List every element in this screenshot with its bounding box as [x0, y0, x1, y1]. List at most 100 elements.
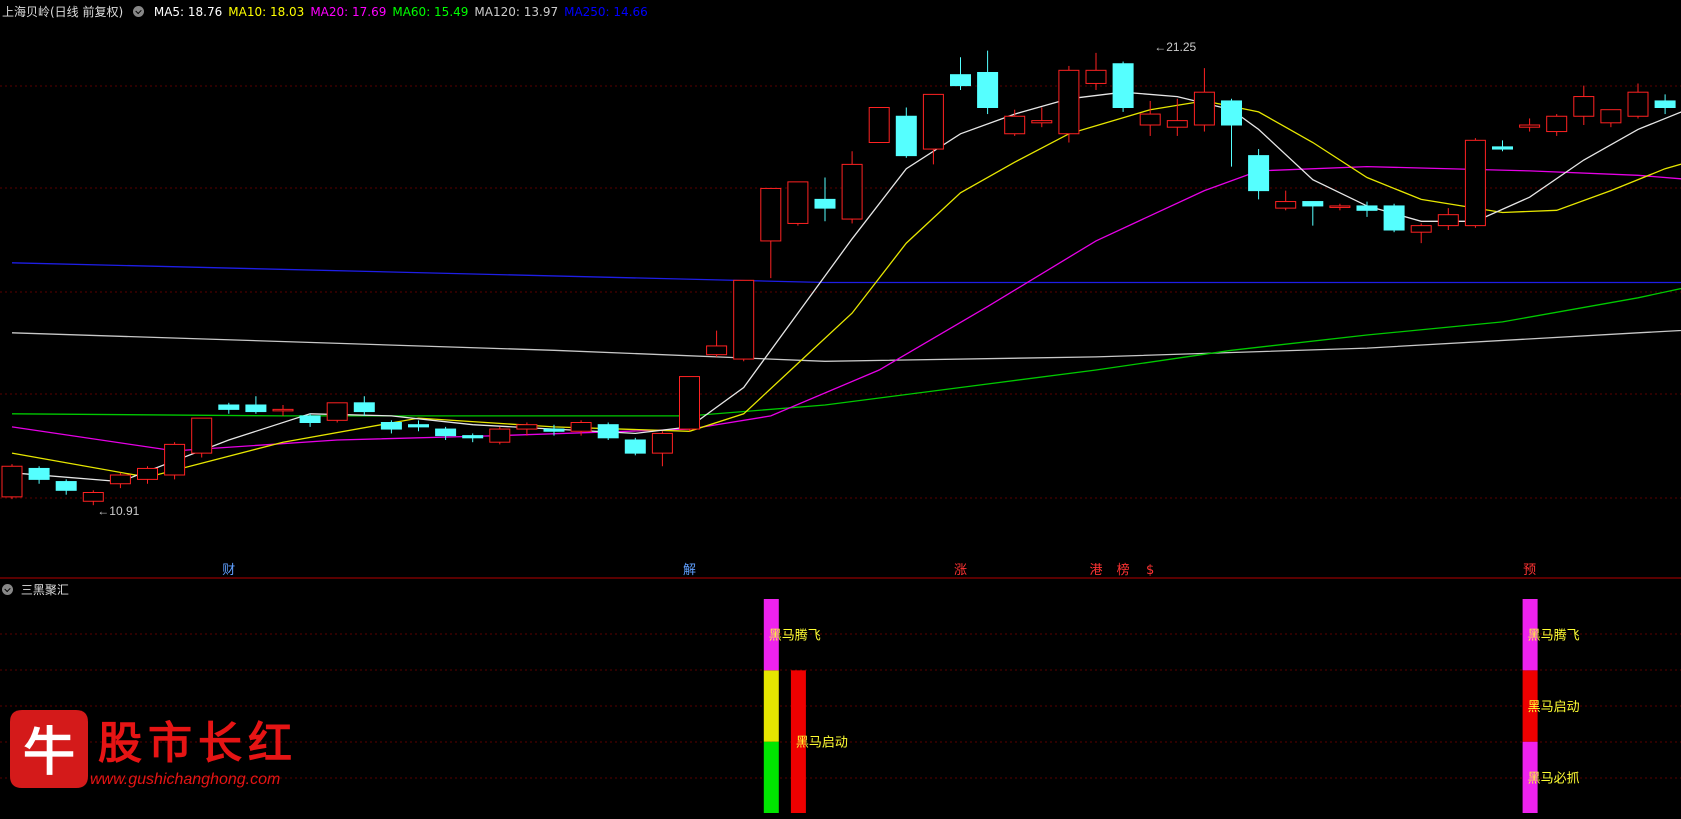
candle-body — [191, 417, 213, 454]
signal-bar — [763, 670, 779, 742]
candle-body — [733, 279, 755, 360]
event-marker: 榜 — [1117, 562, 1130, 578]
candle-body — [380, 422, 402, 430]
signal-label: 黑马必抓 — [1528, 771, 1580, 786]
price-annotation: 21.25 — [1166, 40, 1196, 54]
ma120-line — [11, 329, 1681, 362]
candle-body — [55, 481, 77, 491]
candle-body — [218, 404, 240, 410]
candle-body — [299, 415, 321, 423]
signal-label: 黑马腾飞 — [1528, 628, 1580, 644]
ma-label-5: MA250: 14.66 — [564, 5, 648, 19]
candle-body — [1437, 214, 1459, 227]
candle-body — [1058, 69, 1080, 135]
candle-body — [1221, 100, 1242, 126]
candle-body — [1329, 205, 1351, 208]
candle-body — [82, 492, 104, 502]
candle-body — [543, 428, 565, 432]
toggle-circle-icon[interactable] — [133, 6, 145, 17]
ma-label-1: MA10: 18.03 — [228, 5, 305, 19]
candle-body — [1302, 201, 1324, 207]
candle-body — [706, 345, 728, 356]
candle-body — [489, 428, 511, 443]
event-marker: 财 — [222, 563, 235, 578]
candle-body — [814, 198, 836, 209]
stock-title: 上海贝岭(日线 前复权) — [2, 5, 124, 19]
candle-body — [922, 93, 944, 150]
chart-stage: ← 21.25 ← 10.91 财解涨港榜 $ 预黑马腾飞 黑马启动 黑马必抓 黑马启动 黑马腾飞 … — [0, 0, 1681, 815]
signal-bar — [763, 741, 779, 813]
candle-body — [679, 376, 700, 430]
signal-label: 黑马启动 — [796, 736, 848, 751]
subchart-title: 三黑聚汇 — [20, 583, 69, 597]
candle-body — [868, 107, 890, 143]
candle-body — [1248, 155, 1270, 192]
event-marker: 解 — [683, 563, 696, 578]
candle-body — [1627, 91, 1649, 117]
candle-body — [1492, 146, 1513, 150]
candle-body — [1519, 124, 1541, 128]
candle-body — [1573, 96, 1595, 117]
chart-header: 上海贝岭(日线 前复权) MA5: 18.76 MA10: 18.03 MA20: … — [2, 3, 660, 20]
candle-body — [597, 424, 619, 439]
annotation-arrow: ← — [97, 504, 109, 518]
candle-body — [245, 404, 267, 413]
ma10-line — [11, 100, 1681, 478]
candle-body — [137, 467, 158, 480]
annotation-arrow: ← — [1154, 40, 1166, 54]
candle-body — [895, 115, 917, 157]
candle-body — [1004, 115, 1026, 135]
candle-body — [1546, 115, 1568, 133]
signal-label: 黑马腾飞 — [769, 628, 821, 644]
logo-url: www.gushichanghong.com — [90, 771, 280, 788]
candle-body — [326, 402, 348, 421]
logo-glyph: 牛 — [23, 722, 75, 783]
candle-body — [1031, 120, 1053, 124]
subchart-header: 三黑聚汇 — [2, 581, 69, 598]
ma-label-3: MA60: 15.49 — [392, 5, 469, 19]
candle-body — [1464, 139, 1486, 227]
brand-logo: 牛 股市长红 www.gushichanghong.com — [6, 706, 336, 796]
candle-body — [624, 439, 646, 454]
candle-body — [1, 465, 23, 498]
candle-body — [109, 474, 131, 485]
ma-label-0: MA5: 18.76 — [153, 5, 223, 19]
stock-chart: ← 21.25← 10.91财解涨港榜 $ 预黑马腾飞黑马启动黑马必抓黑马启动黑马腾飞 — [0, 40, 1681, 813]
candle-body — [977, 72, 999, 108]
event-marker: 港 — [1089, 563, 1102, 578]
candle-body — [787, 181, 809, 224]
candle-body — [28, 467, 50, 480]
candle-body — [435, 428, 457, 437]
ma60-line — [11, 287, 1681, 417]
candle-body — [1085, 69, 1107, 84]
candle-body — [841, 163, 863, 220]
event-marker: $ — [1146, 563, 1154, 578]
candle-body — [570, 422, 592, 432]
logo-brand: 股市长红 — [98, 718, 298, 769]
collapse-chevron-icon[interactable] — [2, 584, 13, 595]
candle-body — [1166, 120, 1188, 128]
candle-body — [1112, 63, 1134, 108]
candle-body — [1383, 205, 1405, 231]
candle-body — [1356, 205, 1378, 211]
candle-body — [353, 402, 375, 413]
candle-body — [408, 424, 429, 428]
candle-body — [164, 443, 186, 476]
ma250-line — [11, 262, 1681, 284]
candle-body — [462, 435, 484, 439]
candle-body — [760, 187, 782, 242]
candle-body — [651, 432, 673, 454]
candle-body — [1139, 113, 1161, 126]
ma5-line — [11, 91, 1681, 483]
event-marker: 涨 — [954, 563, 967, 578]
candle-body — [272, 408, 294, 412]
candle-body — [516, 424, 538, 430]
candle-body — [1654, 100, 1676, 108]
ma-legend: MA5: 18.76 MA10: 18.03 MA20: 17.69 MA60: 15… — [154, 5, 654, 19]
price-annotation: 10.91 — [109, 504, 139, 518]
candle-body — [1410, 225, 1432, 233]
signal-label: 黑马启动 — [1528, 700, 1580, 715]
candle-body — [1600, 109, 1622, 124]
candle-body — [1193, 91, 1215, 126]
ma-label-4: MA120: 13.97 — [474, 5, 559, 19]
